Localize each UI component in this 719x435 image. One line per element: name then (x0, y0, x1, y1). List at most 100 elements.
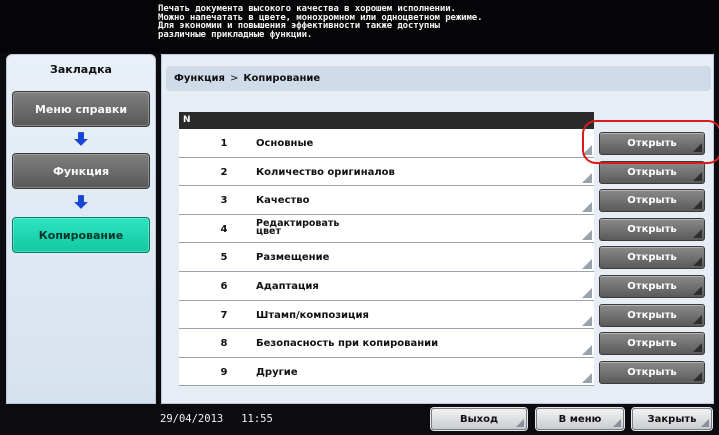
date-time: 29/04/2013 11:55 (160, 413, 291, 425)
corner-icon (582, 344, 592, 355)
open-button[interactable]: Открыть (599, 246, 705, 270)
row-cell[interactable]: 8 Безопасность при копировании (179, 329, 594, 358)
breadcrumb-function: Функция (174, 73, 225, 84)
open-button[interactable]: Открыть (599, 160, 705, 184)
row-cell[interactable]: 2 Количество оригиналов (179, 157, 594, 187)
row-cell[interactable]: 9 Другие (179, 357, 594, 387)
row-label: Качество (256, 195, 310, 207)
corner-icon (582, 258, 592, 269)
exit-label: Выход (459, 413, 499, 425)
row-label: Основные (256, 138, 314, 149)
table-row: 8 Безопасность при копировании Открыть (179, 329, 705, 358)
corner-icon (693, 314, 702, 324)
corner-icon (582, 173, 592, 184)
row-cell[interactable]: 7 Штамп/композиция (179, 300, 594, 330)
to-menu-button[interactable]: В меню (536, 408, 624, 430)
corner-icon (693, 257, 702, 267)
corner-icon (582, 316, 592, 327)
row-number: 4 (220, 223, 228, 235)
table-header: N (179, 112, 594, 129)
corner-icon (693, 343, 702, 353)
sidebar-item-label: Функция (52, 164, 110, 178)
row-label: Штамп/композиция (256, 309, 369, 321)
open-button[interactable]: Открыть (599, 217, 705, 241)
bookmark-sidebar: Закладка Меню справки Функция Копировани… (6, 54, 156, 404)
row-label: Другие (256, 366, 298, 378)
exit-button[interactable]: Выход (431, 408, 527, 430)
main-panel: Функция > Копирование N 1 Основные Открыть… (161, 54, 714, 404)
row-number: 1 (220, 138, 228, 149)
row-cell[interactable]: 6 Адаптация (179, 271, 594, 301)
breadcrumb-copying: Копирование (243, 73, 321, 84)
open-button[interactable]: Открыть (599, 189, 705, 213)
open-button[interactable]: Открыть (599, 274, 705, 298)
sidebar-item-label: Меню справки (34, 102, 128, 116)
corner-icon (582, 373, 592, 384)
table-row: 6 Адаптация Открыть (179, 271, 705, 301)
close-button[interactable]: Закрыть (632, 408, 712, 430)
row-number: 5 (220, 252, 228, 264)
row-label: Размещение (256, 252, 330, 264)
to-menu-label: В меню (558, 413, 602, 425)
status-bar: 29/04/2013 11:55 Выход В меню Закрыть (0, 404, 719, 435)
table-row: 5 Размещение Открыть (179, 243, 705, 272)
corner-icon (613, 419, 621, 427)
open-button-label: Открыть (627, 166, 677, 178)
corner-icon (582, 201, 592, 212)
corner-icon (516, 419, 524, 427)
sidebar-item-label: Копирование (38, 228, 124, 242)
date-text: 29/04/2013 (160, 413, 224, 425)
row-number: 3 (220, 195, 228, 207)
open-button[interactable]: Открыть (599, 360, 705, 384)
row-cell[interactable]: 4 Редактировать цвет (179, 214, 594, 244)
function-table: N 1 Основные Открыть 2 Количество оригиналов… (179, 112, 705, 387)
corner-icon (693, 285, 702, 295)
row-cell[interactable]: 1 Основные (179, 129, 594, 158)
open-button-label: Открыть (627, 338, 677, 350)
corner-icon (582, 287, 592, 298)
open-button[interactable]: Открыть (599, 132, 705, 155)
row-number: 8 (220, 338, 228, 350)
open-button-label: Открыть (627, 280, 677, 292)
row-number: 2 (220, 166, 228, 178)
sidebar-title: Закладка (50, 63, 112, 76)
open-button[interactable]: Открыть (599, 332, 705, 356)
row-label: Количество оригиналов (256, 166, 395, 178)
corner-icon (693, 200, 702, 210)
open-button-label: Открыть (627, 195, 677, 207)
table-row: 7 Штамп/композиция Открыть (179, 300, 705, 330)
open-button[interactable]: Открыть (599, 303, 705, 327)
row-number: 9 (220, 366, 228, 378)
row-number: 6 (220, 280, 228, 292)
row-number: 7 (220, 309, 228, 321)
sidebar-item-help-menu[interactable]: Меню справки (12, 91, 150, 127)
corner-icon (693, 371, 702, 381)
breadcrumb-separator: > (229, 73, 239, 84)
row-label: Редактировать цвет (256, 217, 340, 237)
breadcrumb: Функция > Копирование (166, 66, 711, 91)
corner-icon (693, 228, 702, 238)
sidebar-item-function[interactable]: Функция (12, 153, 150, 189)
row-label: Адаптация (256, 280, 319, 292)
sidebar-item-copying[interactable]: Копирование (12, 217, 150, 253)
message-text: Печать документа высокого качества в хор… (158, 4, 483, 40)
message-bar: Печать документа высокого качества в хор… (0, 0, 719, 53)
time-text: 11:55 (241, 413, 273, 425)
open-button-label: Открыть (627, 223, 677, 235)
row-cell[interactable]: 5 Размещение (179, 243, 594, 272)
open-button-label: Открыть (627, 309, 677, 321)
table-row: 3 Качество Открыть (179, 186, 705, 215)
table-row: 4 Редактировать цвет Открыть (179, 214, 705, 244)
open-button-label: Открыть (627, 138, 677, 149)
table-row: 9 Другие Открыть (179, 357, 705, 387)
corner-icon (582, 230, 592, 241)
corner-icon (693, 143, 702, 152)
table-row: 1 Основные Открыть (179, 129, 705, 158)
corner-icon (701, 419, 709, 427)
arrow-down-icon (74, 132, 88, 146)
open-button-label: Открыть (627, 252, 677, 264)
corner-icon (693, 171, 702, 181)
row-label: Безопасность при копировании (256, 338, 439, 350)
row-cell[interactable]: 3 Качество (179, 186, 594, 215)
open-button-label: Открыть (627, 366, 677, 378)
